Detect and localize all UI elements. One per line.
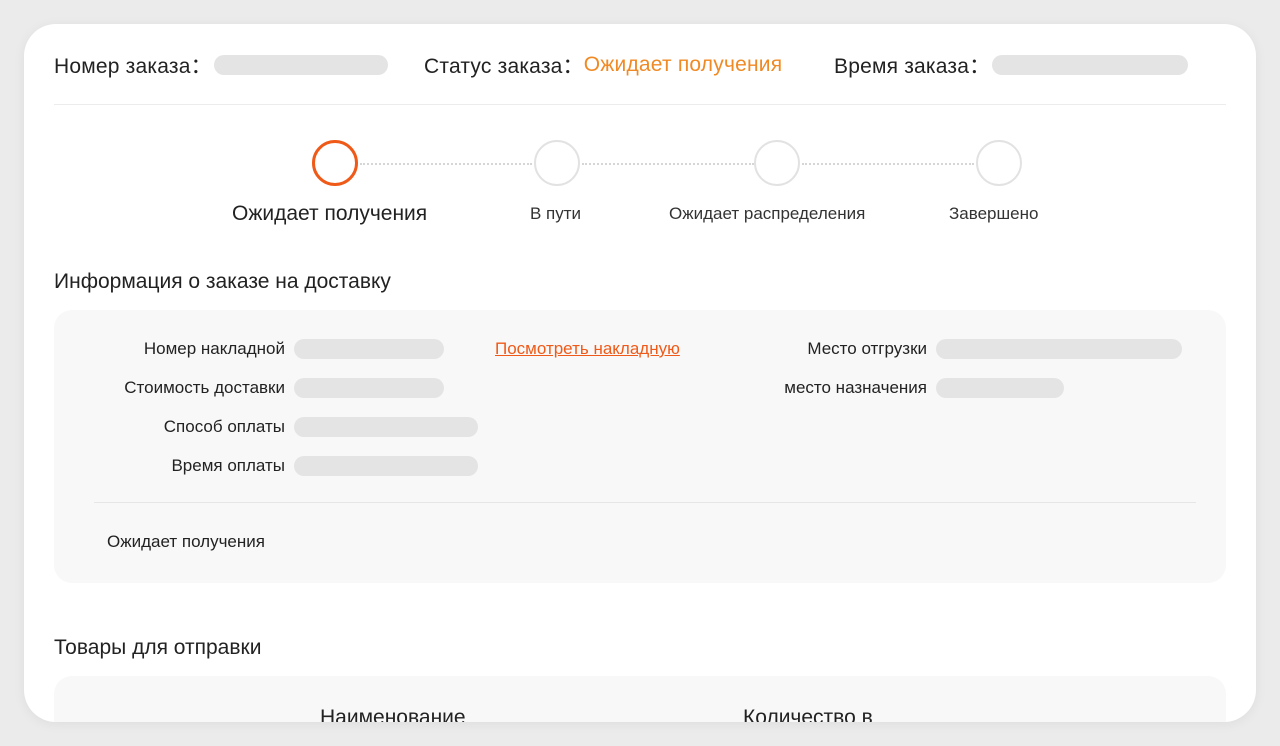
goods-table: Наименование Количество в bbox=[54, 676, 1226, 722]
order-time-field: Время заказа： bbox=[834, 52, 1189, 78]
shipping-place-placeholder bbox=[936, 339, 1182, 359]
order-status-value: Ожидает получения bbox=[583, 53, 783, 76]
header-divider bbox=[54, 104, 1226, 105]
order-status-field: Статус заказа： Ожидает получения bbox=[424, 52, 782, 78]
order-number-value-placeholder bbox=[213, 55, 388, 75]
shipping-info-title: Информация о заказе на доставку bbox=[54, 270, 391, 293]
order-header: Номер заказа： Статус заказа： Ожидает пол… bbox=[54, 52, 1226, 78]
order-detail-card: Номер заказа： Статус заказа： Ожидает пол… bbox=[24, 24, 1256, 722]
step-connector bbox=[802, 163, 974, 165]
shipping-info-divider bbox=[94, 502, 1196, 503]
goods-column-name: Наименование bbox=[320, 706, 466, 722]
waybill-number-placeholder bbox=[294, 339, 444, 359]
step-label-awaiting-receipt: Ожидает получения bbox=[232, 202, 428, 225]
payment-time-label: Время оплаты bbox=[171, 456, 285, 475]
step-circle-completed bbox=[976, 140, 1022, 186]
payment-time-row: Время оплаты bbox=[54, 455, 478, 477]
order-number-label: Номер заказа： bbox=[54, 55, 212, 78]
step-circle-awaiting-distribution bbox=[754, 140, 800, 186]
order-time-label: Время заказа： bbox=[834, 55, 991, 78]
step-label-awaiting-distribution: Ожидает распределения bbox=[669, 204, 866, 223]
destination-placeholder bbox=[936, 378, 1064, 398]
payment-method-row: Способ оплаты bbox=[54, 416, 478, 438]
shipping-place-row: Место отгрузки bbox=[694, 338, 1182, 360]
payment-method-label: Способ оплаты bbox=[163, 417, 285, 436]
delivery-cost-label: Стоимость доставки bbox=[124, 378, 285, 397]
step-circle-awaiting-receipt bbox=[312, 140, 358, 186]
shipping-info-panel: Номер накладной Посмотреть накладную Сто… bbox=[54, 310, 1226, 583]
shipping-place-label: Место отгрузки bbox=[807, 339, 927, 358]
status-note: Ожидает получения bbox=[107, 532, 265, 551]
step-circle-in-transit bbox=[534, 140, 580, 186]
payment-method-placeholder bbox=[294, 417, 478, 437]
destination-row: место назначения bbox=[694, 377, 1064, 399]
order-number-field: Номер заказа： bbox=[54, 52, 388, 78]
goods-column-quantity: Количество в bbox=[743, 706, 873, 722]
step-connector bbox=[582, 163, 754, 165]
delivery-cost-row: Стоимость доставки bbox=[54, 377, 444, 399]
waybill-number-row: Номер накладной bbox=[54, 338, 444, 360]
delivery-cost-placeholder bbox=[294, 378, 444, 398]
step-label-completed: Завершено bbox=[949, 204, 1039, 223]
destination-label: место назначения bbox=[784, 378, 927, 397]
step-label-in-transit: В пути bbox=[530, 204, 582, 223]
waybill-number-label: Номер накладной bbox=[143, 339, 285, 358]
order-progress-stepper: Ожидает получения В пути Ожидает распред… bbox=[24, 140, 1256, 236]
view-waybill-link[interactable]: Посмотреть накладную bbox=[495, 338, 680, 360]
order-status-label: Статус заказа： bbox=[424, 55, 584, 78]
order-time-value-placeholder bbox=[992, 55, 1189, 75]
step-connector bbox=[360, 163, 532, 165]
payment-time-placeholder bbox=[294, 456, 478, 476]
goods-title: Товары для отправки bbox=[54, 636, 262, 659]
